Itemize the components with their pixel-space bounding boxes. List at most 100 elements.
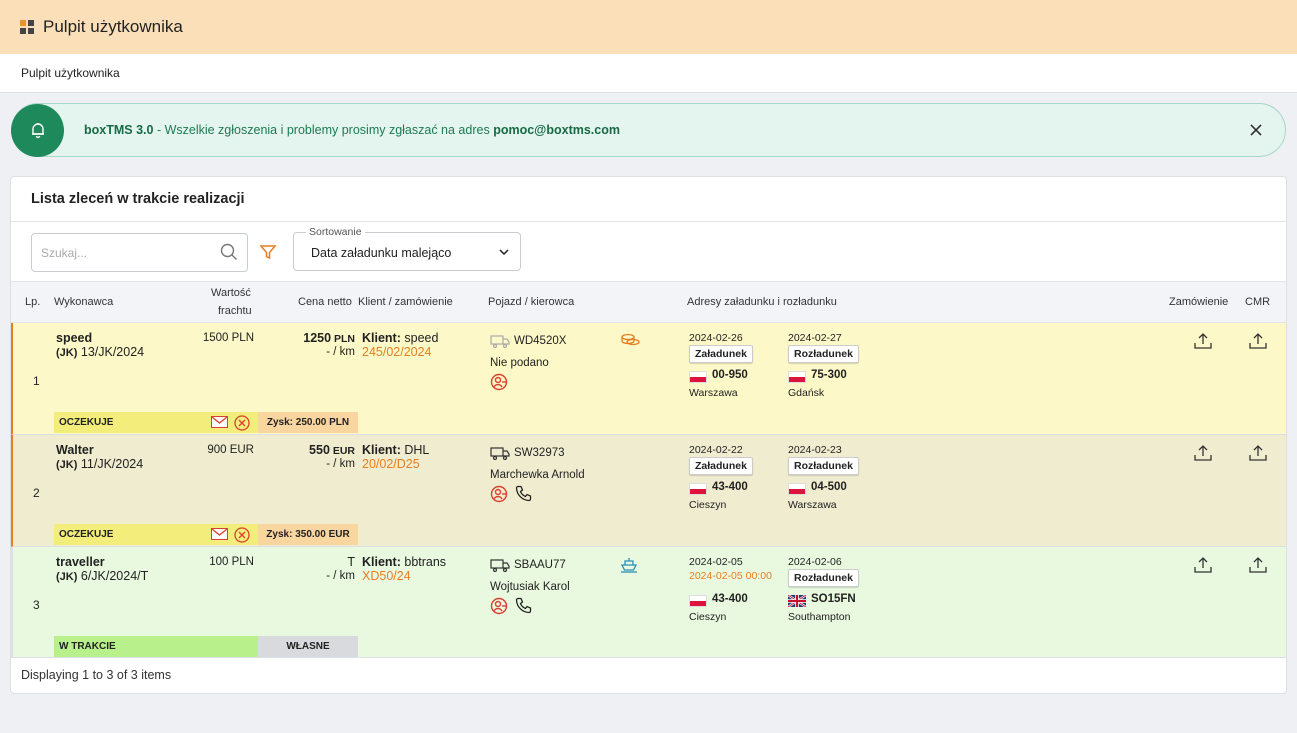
row-lp: 1: [33, 374, 40, 388]
col-addresses[interactable]: Adresy załadunku i rozładunku: [687, 296, 837, 308]
poland-flag-icon: [788, 483, 806, 495]
info-alert: boxTMS 3.0 - Wszelkie zgłoszenia i probl…: [11, 103, 1286, 157]
loading-date: 2024-02-05: [689, 556, 743, 568]
phone-icon[interactable]: [515, 485, 532, 505]
cancel-icon[interactable]: [234, 527, 250, 546]
upload-cmr-icon[interactable]: [1248, 444, 1268, 465]
contractor-name: traveller: [56, 555, 105, 569]
uk-flag-icon: [787, 594, 807, 608]
truck-icon: [490, 335, 510, 351]
ownership-badge: WŁASNE: [258, 636, 358, 657]
alert-email[interactable]: pomoc@boxtms.com: [493, 123, 620, 137]
col-freight-1[interactable]: Wartość: [211, 287, 251, 299]
vehicle-plate: WD4520X: [514, 335, 567, 347]
search-icon[interactable]: [220, 243, 238, 264]
table-row[interactable]: 3 traveller (JK) 6/JK/2024/T 100 PLN T -…: [11, 547, 1286, 658]
poland-flag-icon: [788, 371, 806, 383]
table-header: Lp. Wykonawca Wartość frachtu Cena netto…: [11, 281, 1286, 323]
poland-flag-icon: [689, 595, 707, 607]
orders-card: Lista zleceń w trakcie realizacji Sortow…: [10, 176, 1287, 694]
table-row[interactable]: 2 Walter (JK) 11/JK/2024 900 EUR 550 EUR…: [11, 435, 1286, 547]
driver-icon[interactable]: [490, 373, 508, 394]
cancel-icon[interactable]: [234, 415, 250, 434]
loading-zip: 43-400: [712, 481, 748, 493]
toolbar: Sortowanie Data załadunku malejąco: [11, 222, 1286, 281]
col-vehicle[interactable]: Pojazd / kierowca: [488, 296, 574, 308]
unloading-zip: 04-500: [811, 481, 847, 493]
upload-cmr-icon[interactable]: [1248, 332, 1268, 353]
filter-icon[interactable]: [259, 243, 277, 264]
order-number-value: 6/JK/2024/T: [77, 569, 149, 583]
ferry-icon[interactable]: [620, 556, 638, 576]
unloading-city: Warszawa: [788, 499, 837, 511]
phone-icon[interactable]: [515, 597, 532, 617]
upload-order-icon[interactable]: [1193, 556, 1213, 577]
client-label: Klient:: [362, 331, 401, 345]
freight-value: 1500 PLN: [202, 332, 254, 344]
order-number: (JK) 6/JK/2024/T: [56, 569, 148, 583]
client-order-number[interactable]: 245/02/2024: [362, 345, 432, 359]
pagination-summary: Displaying 1 to 3 of 3 items: [21, 668, 172, 682]
upload-cmr-icon[interactable]: [1248, 556, 1268, 577]
alert-message: boxTMS 3.0 - Wszelkie zgłoszenia i probl…: [84, 123, 620, 137]
driver-icon[interactable]: [490, 485, 508, 506]
price-per-km: - / km: [326, 570, 355, 582]
breadcrumb: Pulpit użytkownika: [0, 54, 1297, 93]
order-number-value: 11/JK/2024: [77, 457, 144, 471]
client-label: Klient:: [362, 555, 401, 569]
contractor-name: Walter: [56, 443, 94, 457]
loading-badge: Załadunek: [689, 345, 753, 363]
client: Klient: DHL: [362, 443, 429, 457]
client-name: speed: [400, 331, 439, 345]
unloading-badge: Rozładunek: [788, 345, 859, 363]
order-number-value: 13/JK/2024: [77, 345, 145, 359]
truck-icon: [490, 559, 510, 575]
mail-icon[interactable]: [211, 416, 228, 431]
price-per-km: - / km: [326, 458, 355, 470]
col-client[interactable]: Klient / zamówienie: [358, 296, 453, 308]
unloading-city: Southampton: [788, 611, 851, 623]
net-price: T: [347, 555, 355, 569]
breadcrumb-item[interactable]: Pulpit użytkownika: [21, 66, 120, 80]
driver-name: Marchewka Arnold: [490, 469, 585, 481]
client-order-number[interactable]: 20/02/D25: [362, 457, 420, 471]
unloading-zip: SO15FN: [811, 593, 856, 605]
unloading-badge: Rozładunek: [788, 457, 859, 475]
truck-icon: [490, 447, 510, 463]
sort-value: Data załadunku malejąco: [311, 246, 452, 260]
freight-value: 100 PLN: [209, 556, 254, 568]
chevron-down-icon: [498, 246, 510, 261]
vehicle-plate: SW32973: [514, 447, 565, 459]
sort-select[interactable]: Sortowanie Data załadunku malejąco: [293, 226, 521, 271]
col-freight-2: frachtu: [218, 305, 252, 317]
search-input[interactable]: [31, 233, 248, 272]
freight-value: 900 EUR: [207, 444, 254, 456]
unloading-badge: Rozładunek: [788, 569, 859, 587]
upload-order-icon[interactable]: [1193, 332, 1213, 353]
client-order-number[interactable]: XD50/24: [362, 569, 411, 583]
loading-zip: 43-400: [712, 593, 748, 605]
loading-date: 2024-02-22: [689, 444, 743, 456]
col-lp: Lp.: [25, 296, 41, 308]
unloading-date: 2024-02-23: [788, 444, 842, 456]
table-row[interactable]: 1 speed (JK) 13/JK/2024 1500 PLN 1250 PL…: [11, 323, 1286, 435]
vehicle-plate: SBAAU77: [514, 559, 566, 571]
net-price: 550 EUR: [309, 443, 355, 457]
close-icon[interactable]: [1247, 121, 1265, 139]
dashboard-icon: [20, 20, 34, 34]
profit-badge: Zysk: 250.00 PLN: [258, 412, 358, 433]
order-prefix: (JK): [56, 571, 78, 583]
upload-order-icon[interactable]: [1193, 444, 1213, 465]
price-per-km: - / km: [326, 346, 355, 358]
col-net[interactable]: Cena netto: [298, 296, 352, 308]
driver-icon[interactable]: [490, 597, 508, 618]
page-title: Pulpit użytkownika: [43, 17, 183, 36]
coins-icon[interactable]: [620, 332, 640, 351]
col-contractor[interactable]: Wykonawca: [54, 296, 113, 308]
mail-icon[interactable]: [211, 528, 228, 543]
contractor-name: speed: [56, 331, 93, 345]
client: Klient: bbtrans: [362, 555, 446, 569]
alert-app-name: boxTMS 3.0: [84, 123, 154, 137]
net-price-currency: EUR: [329, 445, 355, 457]
poland-flag-icon: [689, 371, 707, 383]
